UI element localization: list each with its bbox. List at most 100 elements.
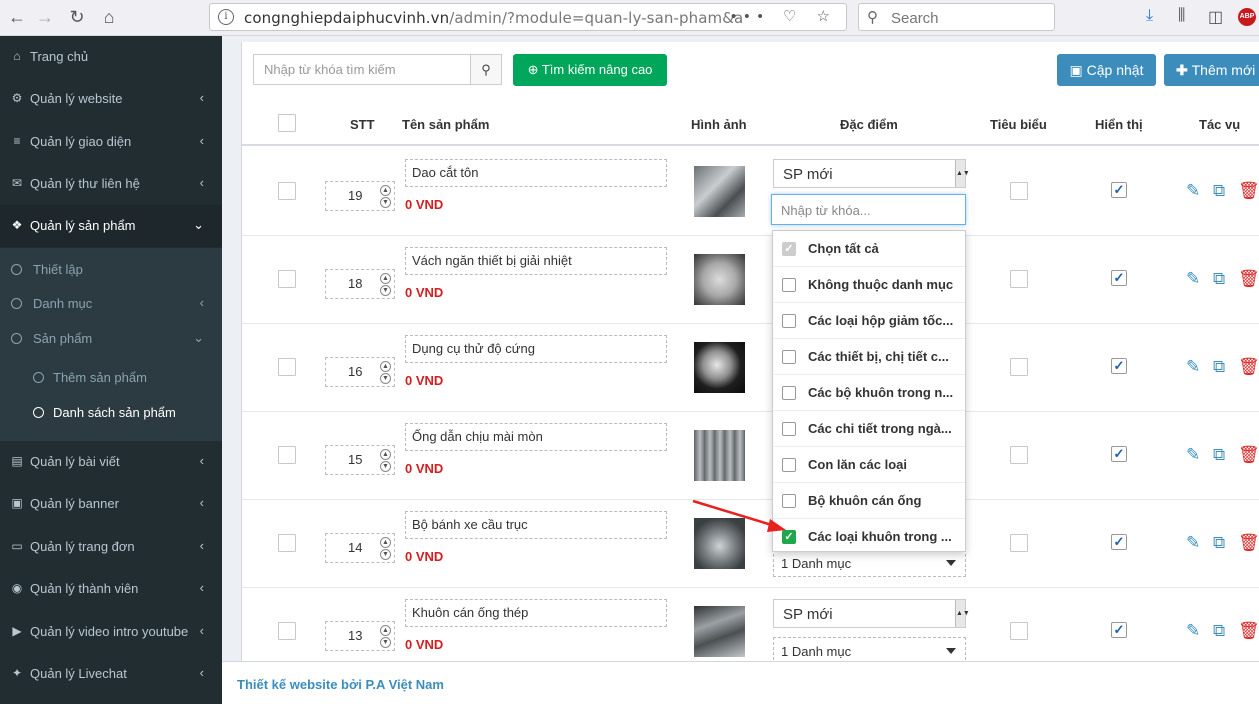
product-name-field[interactable]: Khuôn cán ống thép	[405, 599, 667, 627]
select-all-checkbox[interactable]	[278, 114, 296, 132]
sidebar-item-pages[interactable]: ▭ Quản lý trang đơn ‹	[0, 526, 222, 568]
stt-stepper[interactable]: 13 ▲ ▼	[325, 621, 395, 651]
sidebar-item-products[interactable]: ❖ Quản lý sản phẩm ⌄	[0, 205, 222, 247]
featured-checkbox[interactable]	[1010, 182, 1028, 200]
stt-stepper[interactable]: 16 ▲ ▼	[325, 357, 395, 387]
copy-icon[interactable]: ⧉	[1213, 621, 1225, 641]
chevron-up-icon[interactable]: ▲	[380, 625, 391, 636]
row-checkbox[interactable]	[278, 446, 296, 464]
info-icon[interactable]: i	[218, 9, 234, 25]
footer-credit[interactable]: Thiết kế website bởi P.A Việt Nam	[237, 677, 444, 692]
url-bar[interactable]: i congnghiepdaiphucvinh.vn/admin/?module…	[209, 3, 847, 31]
dropdown-item[interactable]: Các thiết bị, chị tiết c...	[773, 339, 965, 375]
row-checkbox[interactable]	[278, 358, 296, 376]
submenu-item-products[interactable]: Sản phẩm ⌄	[0, 325, 222, 355]
copy-icon[interactable]: ⧉	[1213, 445, 1225, 465]
row-checkbox[interactable]	[278, 182, 296, 200]
sidebar-item-youtube[interactable]: ▶ Quản lý video intro youtube ‹	[0, 611, 222, 653]
trash-icon[interactable]: 🗑	[1238, 445, 1259, 465]
submenu-item-product-list[interactable]: Danh sách sản phẩm	[0, 399, 222, 429]
visible-checkbox[interactable]: ✓	[1111, 534, 1127, 550]
edit-icon[interactable]: ✎	[1186, 269, 1200, 289]
stt-stepper[interactable]: 19 ▲ ▼	[325, 181, 395, 211]
edit-icon[interactable]: ✎	[1186, 445, 1200, 465]
reload-icon[interactable]: ↻	[66, 6, 88, 28]
product-name-field[interactable]: Bộ bánh xe cầu trục	[405, 511, 667, 539]
sidebar-item-home[interactable]: ⌂ Trang chủ	[0, 36, 222, 78]
browser-search-input[interactable]: ⚲ Search	[858, 3, 1055, 31]
featured-checkbox[interactable]	[1010, 622, 1028, 640]
trash-icon[interactable]: 🗑	[1238, 269, 1259, 289]
visible-checkbox[interactable]: ✓	[1111, 446, 1127, 462]
chevron-up-icon[interactable]: ▲	[380, 273, 391, 284]
trash-icon[interactable]: 🗑	[1238, 181, 1259, 201]
chevron-up-icon[interactable]: ▲	[380, 361, 391, 372]
download-icon[interactable]: ⤓	[1146, 7, 1153, 25]
chevron-up-icon[interactable]: ▲	[380, 449, 391, 460]
dropdown-item[interactable]: Các bộ khuôn trong n...	[773, 375, 965, 411]
submenu-item-add-product[interactable]: Thêm sản phẩm	[0, 364, 222, 394]
featured-checkbox[interactable]	[1010, 534, 1028, 552]
dropdown-item[interactable]: Không thuộc danh mục	[773, 267, 965, 303]
row-checkbox[interactable]	[278, 270, 296, 288]
row-checkbox[interactable]	[278, 622, 296, 640]
featured-checkbox[interactable]	[1010, 270, 1028, 288]
product-name-field[interactable]: Ống dẫn chịu mài mòn	[405, 423, 667, 451]
submenu-item-categories[interactable]: Danh mục ‹	[0, 290, 222, 320]
dropdown-item[interactable]: Bộ khuôn cán ống	[773, 483, 965, 519]
chevron-up-icon[interactable]: ▲	[380, 185, 391, 196]
page-actions-icon[interactable]: ••• ♡ ☆	[731, 7, 838, 25]
trash-icon[interactable]: 🗑	[1238, 533, 1259, 553]
copy-icon[interactable]: ⧉	[1213, 533, 1225, 553]
chevron-down-icon[interactable]: ▼	[380, 461, 391, 472]
featured-checkbox[interactable]	[1010, 358, 1028, 376]
submenu-item-settings[interactable]: Thiết lập	[0, 256, 222, 286]
stt-stepper[interactable]: 14 ▲ ▼	[325, 533, 395, 563]
dropdown-item[interactable]: Các loại hộp giảm tốc...	[773, 303, 965, 339]
sidebar-item-members[interactable]: ◉ Quản lý thành viên ‹	[0, 568, 222, 610]
trash-icon[interactable]: 🗑	[1238, 621, 1259, 641]
chevron-down-icon[interactable]: ▼	[380, 373, 391, 384]
sidebar-toggle-icon[interactable]: ◫	[1208, 7, 1223, 27]
trash-icon[interactable]: 🗑	[1238, 357, 1259, 377]
sidebar-item-interface[interactable]: ≡ Quản lý giao diện ‹	[0, 121, 222, 163]
sidebar-item-website[interactable]: ⚙ Quản lý website ‹	[0, 78, 222, 120]
dropdown-item[interactable]: Các chi tiết trong ngà...	[773, 411, 965, 447]
add-new-button[interactable]: ✚ Thêm mới	[1164, 54, 1259, 86]
edit-icon[interactable]: ✎	[1186, 533, 1200, 553]
sidebar-item-banner[interactable]: ▣ Quản lý banner ‹	[0, 483, 222, 525]
library-icon[interactable]: ⫼	[1178, 7, 1185, 25]
chevron-down-icon[interactable]: ▼	[380, 285, 391, 296]
sidebar-item-contact[interactable]: ✉ Quản lý thư liên hệ ‹	[0, 163, 222, 205]
copy-icon[interactable]: ⧉	[1213, 269, 1225, 289]
chevron-up-icon[interactable]: ▲	[380, 537, 391, 548]
row-checkbox[interactable]	[278, 534, 296, 552]
product-name-field[interactable]: Dụng cụ thử độ cứng	[405, 335, 667, 363]
search-input[interactable]: Nhập từ khóa tìm kiếm	[253, 54, 471, 85]
search-button[interactable]: ⚲	[470, 54, 502, 85]
adblock-icon[interactable]: ABP	[1238, 8, 1256, 26]
dropdown-item-selected[interactable]: ✓ Các loại khuôn trong ...	[773, 519, 965, 555]
copy-icon[interactable]: ⧉	[1213, 357, 1225, 377]
advanced-search-button[interactable]: ⊕ Tìm kiếm nâng cao	[513, 54, 667, 86]
visible-checkbox[interactable]: ✓	[1111, 622, 1127, 638]
sidebar-item-livechat[interactable]: ✦ Quản lý Livechat ‹	[0, 653, 222, 695]
feature-select[interactable]: SP mới ▲▼	[773, 599, 970, 628]
visible-checkbox[interactable]: ✓	[1111, 270, 1127, 286]
product-name-field[interactable]: Dao cắt tôn	[405, 159, 667, 187]
update-button[interactable]: ▣ Cập nhật	[1057, 54, 1156, 86]
product-name-field[interactable]: Vách ngăn thiết bị giải nhiệt	[405, 247, 667, 275]
stt-stepper[interactable]: 18 ▲ ▼	[325, 269, 395, 299]
forward-icon[interactable]: →	[34, 6, 56, 28]
stt-stepper[interactable]: 15 ▲ ▼	[325, 445, 395, 475]
back-icon[interactable]: ←	[6, 6, 28, 28]
dropdown-item-select-all[interactable]: ✓ Chọn tất cả	[773, 231, 965, 267]
edit-icon[interactable]: ✎	[1186, 621, 1200, 641]
edit-icon[interactable]: ✎	[1186, 181, 1200, 201]
dropdown-item[interactable]: Con lăn các loại	[773, 447, 965, 483]
feature-select[interactable]: SP mới ▲▼	[773, 159, 970, 188]
chevron-down-icon[interactable]: ▼	[380, 549, 391, 560]
chevron-down-icon[interactable]: ▼	[380, 637, 391, 648]
category-search-input[interactable]: Nhập từ khóa...	[771, 194, 966, 225]
visible-checkbox[interactable]: ✓	[1111, 182, 1127, 198]
